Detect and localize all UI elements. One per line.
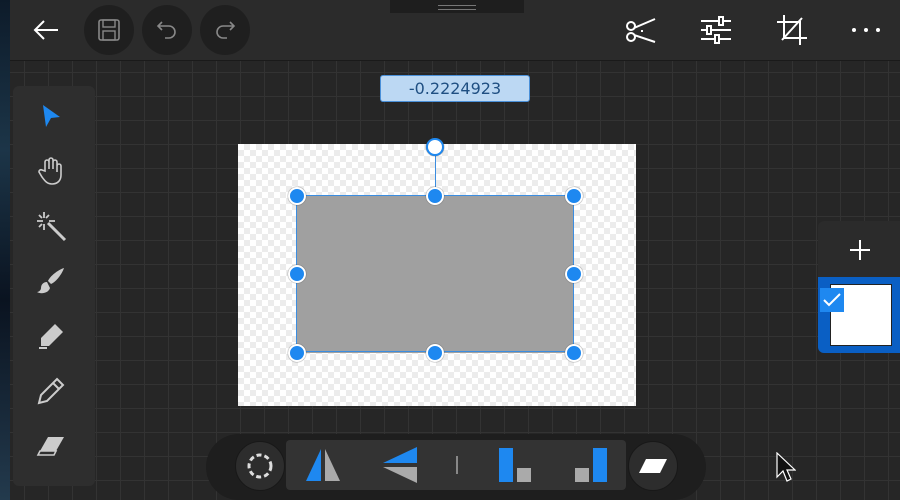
flip-vertical-button[interactable] xyxy=(374,444,424,486)
toolbar-divider xyxy=(456,456,458,474)
arrow-left-icon xyxy=(33,20,58,40)
pointer-arrow-icon xyxy=(43,105,60,127)
floppy-save-icon xyxy=(98,19,120,41)
drag-handle[interactable] xyxy=(390,0,524,13)
resize-handle-right[interactable] xyxy=(565,265,583,283)
tool-eraser[interactable] xyxy=(20,426,82,466)
adjust-button[interactable] xyxy=(696,12,736,48)
resize-handle-bottom-left[interactable] xyxy=(288,344,306,362)
more-horizontal-icon xyxy=(852,28,880,32)
resize-handle-top-left[interactable] xyxy=(288,187,306,205)
align-bottom-left-icon xyxy=(499,448,531,482)
resize-handle-top[interactable] xyxy=(426,187,444,205)
rotation-value-readout[interactable]: -0.2224923 xyxy=(380,75,530,102)
tool-select[interactable] xyxy=(20,96,82,136)
selection-box xyxy=(296,195,574,352)
resize-handle-bottom[interactable] xyxy=(426,344,444,362)
crop-icon xyxy=(777,15,807,45)
eraser-icon xyxy=(36,437,64,456)
tool-brush[interactable] xyxy=(20,261,82,301)
skew-button[interactable] xyxy=(628,441,678,491)
flip-horizontal-button[interactable] xyxy=(298,444,348,486)
align-bottom-left-button[interactable] xyxy=(490,444,540,486)
flip-vertical-icon xyxy=(383,447,417,483)
resize-handle-bottom-right[interactable] xyxy=(565,344,583,362)
hand-icon xyxy=(38,157,62,185)
tool-pencil[interactable] xyxy=(20,371,82,411)
skew-icon xyxy=(639,459,667,473)
mouse-cursor xyxy=(776,451,797,486)
redo-button[interactable] xyxy=(200,5,250,55)
cursor-arrow-icon xyxy=(776,451,797,482)
rotate-handle[interactable] xyxy=(426,138,444,156)
undo-icon xyxy=(156,21,176,39)
pencil-icon xyxy=(37,377,65,405)
rotate-button[interactable] xyxy=(235,441,285,491)
align-bottom-right-button[interactable] xyxy=(566,444,616,486)
redo-icon xyxy=(216,21,236,39)
plus-icon xyxy=(850,240,870,260)
undo-button[interactable] xyxy=(142,5,192,55)
crop-button[interactable] xyxy=(772,12,812,48)
back-button[interactable] xyxy=(28,12,64,48)
save-button[interactable] xyxy=(84,5,134,55)
checkmark-icon xyxy=(823,293,841,307)
scissors-icon xyxy=(626,18,656,43)
desktop-edge xyxy=(0,0,10,500)
tool-marker[interactable] xyxy=(20,316,82,356)
resize-handle-top-right[interactable] xyxy=(565,187,583,205)
layer-checkbox[interactable] xyxy=(820,288,844,312)
more-button[interactable] xyxy=(846,12,886,48)
magic-wand-icon xyxy=(37,212,67,242)
tool-pan[interactable] xyxy=(20,151,82,191)
flip-horizontal-icon xyxy=(306,449,340,481)
rotate-icon xyxy=(247,453,273,479)
marker-icon xyxy=(39,324,63,349)
add-layer-button[interactable] xyxy=(838,232,882,268)
brush-icon xyxy=(37,268,64,294)
cut-button[interactable] xyxy=(620,12,660,48)
align-bottom-right-icon xyxy=(575,448,607,482)
sliders-icon xyxy=(701,16,731,44)
resize-handle-left[interactable] xyxy=(288,265,306,283)
tool-magic-wand[interactable] xyxy=(20,206,82,246)
